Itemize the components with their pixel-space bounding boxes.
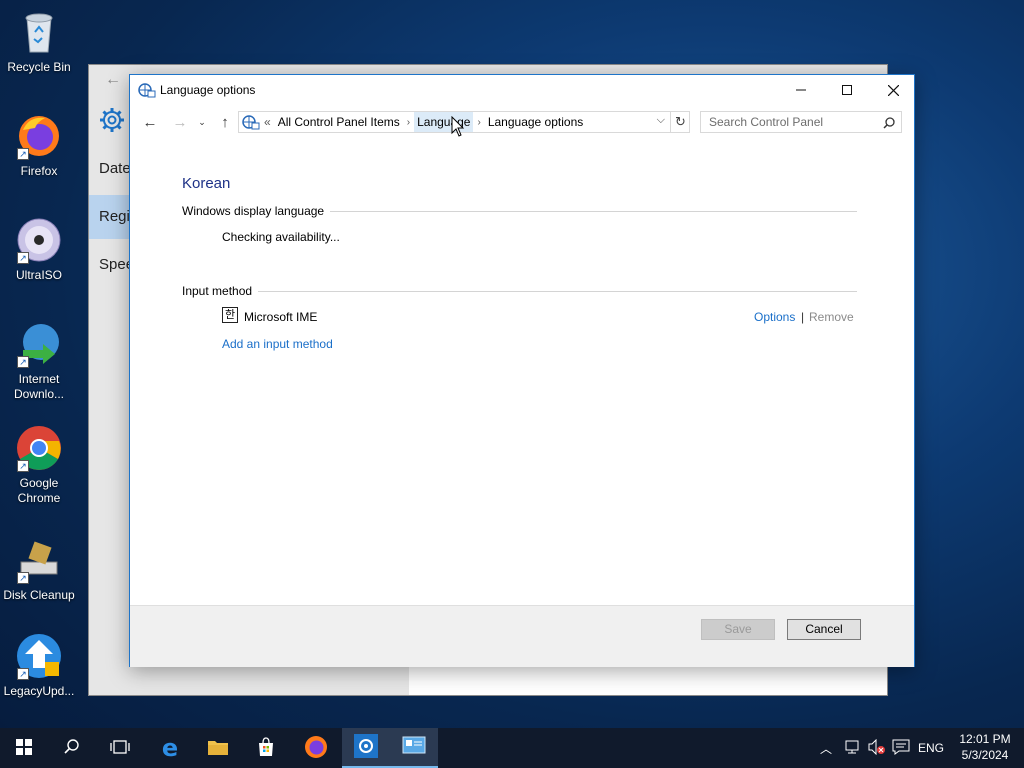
disc-icon: ↗ (15, 216, 63, 264)
desktop-icon-google-chrome[interactable]: ↗ Google Chrome (0, 424, 78, 506)
firefox-icon (304, 735, 328, 762)
back-arrow-icon[interactable]: ← (105, 71, 121, 89)
desktop-icon-label: Internet Downlo... (13, 372, 65, 401)
taskbar: e ︿ ENG 12:01 PM 5/3/2024 (0, 728, 1024, 768)
desktop-icon-ultraiso[interactable]: ↗ UltraISO (0, 216, 78, 283)
desktop-icon-recycle-bin[interactable]: Recycle Bin (0, 8, 78, 75)
legacy-update-icon: ↗ (15, 632, 63, 680)
breadcrumb-all-control-panel-items[interactable]: All Control Panel Items (275, 112, 403, 132)
language-name-heading: Korean (182, 175, 231, 192)
desktop-icon-label: Disk Cleanup (3, 588, 75, 602)
mouse-cursor-icon (451, 115, 465, 138)
cancel-button[interactable]: Cancel (787, 619, 861, 640)
input-method-group-label: Input method (182, 284, 259, 298)
input-language-indicator[interactable]: ENG (918, 728, 944, 768)
show-hidden-icons-button[interactable]: ︿ (820, 728, 832, 768)
search-icon (64, 738, 80, 758)
search-button[interactable] (48, 728, 96, 768)
gear-icon (99, 107, 127, 135)
refresh-button[interactable]: ↻ (670, 111, 690, 133)
availability-status: Checking availability... (222, 230, 340, 244)
desktop-icon-firefox[interactable]: ↗ Firefox (0, 112, 78, 179)
task-view-icon (110, 739, 130, 758)
desktop-icon-label: UltraISO (15, 268, 62, 282)
breadcrumb-language-options[interactable]: Language options (485, 112, 586, 132)
firefox-icon: ↗ (15, 112, 63, 160)
search-input[interactable]: Search Control Panel (700, 111, 902, 133)
start-button[interactable] (0, 728, 48, 768)
desktop-icon-label: LegacyUpd... (3, 684, 75, 698)
clock-time: 12:01 PM (959, 732, 1011, 746)
forward-arrow-icon: → (172, 113, 188, 131)
display-language-group-label: Windows display language (182, 204, 331, 218)
notification-icon (892, 739, 910, 758)
control-panel-icon (138, 82, 156, 98)
settings-nav-date[interactable]: Date (99, 160, 131, 177)
recycle-bin-icon (15, 8, 63, 56)
taskbar-file-explorer[interactable] (194, 728, 242, 768)
network-icon (844, 739, 862, 758)
korean-ime-icon: 한 (222, 307, 238, 323)
control-panel-icon (242, 114, 260, 130)
add-input-method-link[interactable]: Add an input method (222, 337, 333, 351)
taskbar-edge[interactable]: e (146, 728, 194, 768)
link-separator: | (801, 310, 805, 324)
store-icon (256, 736, 276, 760)
desktop-icon-label: Firefox (20, 164, 58, 178)
minimize-button[interactable] (778, 75, 824, 105)
desktop-icon-legacy-update[interactable]: ↗ LegacyUpd... (0, 632, 78, 699)
gear-icon (354, 733, 378, 761)
dialog-footer: Save Cancel (130, 605, 914, 667)
network-tray-button[interactable] (844, 728, 862, 768)
folder-icon (207, 738, 229, 759)
recent-locations-button[interactable]: ⌄ (194, 109, 210, 135)
desktop-icon-internet-download-manager[interactable]: ↗ Internet Downlo... (0, 320, 78, 402)
taskbar-firefox[interactable] (292, 728, 340, 768)
volume-tray-button[interactable] (868, 728, 886, 768)
disk-cleanup-icon: ↗ (15, 536, 63, 584)
task-view-button[interactable] (96, 728, 144, 768)
taskbar-settings[interactable] (342, 728, 390, 768)
windows-logo-icon (16, 738, 32, 758)
close-button[interactable] (870, 75, 916, 105)
dialog-content: Korean Windows display language Checking… (130, 137, 914, 605)
clock-date: 5/3/2024 (961, 748, 1009, 762)
taskbar-store[interactable] (242, 728, 290, 768)
chevron-down-icon: ⌄ (198, 116, 206, 127)
chevron-up-icon: ︿ (820, 741, 833, 756)
desktop-icon-disk-cleanup[interactable]: ↗ Disk Cleanup (0, 536, 78, 603)
action-center-button[interactable] (892, 728, 910, 768)
chrome-icon: ↗ (15, 424, 63, 472)
search-icon (883, 115, 895, 135)
search-placeholder: Search Control Panel (709, 115, 824, 129)
desktop-icon-label: Recycle Bin (7, 60, 71, 74)
ime-options-link[interactable]: Options (754, 310, 795, 324)
forward-button[interactable]: → (168, 109, 192, 135)
refresh-icon: ↻ (675, 114, 686, 129)
up-button[interactable]: ↑ (214, 109, 236, 135)
maximize-button[interactable] (824, 75, 870, 105)
taskbar-control-panel[interactable] (390, 728, 438, 768)
chevron-right-icon[interactable]: › (473, 117, 484, 128)
back-arrow-icon: ← (142, 113, 158, 131)
breadcrumb-overflow[interactable]: « (260, 115, 275, 129)
divider (182, 291, 857, 292)
dialog-title: Language options (160, 83, 256, 97)
idm-icon: ↗ (15, 320, 63, 368)
ime-name: Microsoft IME (244, 310, 318, 324)
language-options-dialog[interactable]: Language options ← → ⌄ ↑ « All Control P… (129, 74, 915, 667)
back-button[interactable]: ← (138, 109, 162, 135)
up-arrow-icon: ↑ (221, 113, 229, 131)
chevron-right-icon[interactable]: › (403, 117, 414, 128)
volume-muted-icon (868, 738, 886, 758)
edge-icon: e (161, 734, 179, 762)
taskbar-clock[interactable]: 12:01 PM 5/3/2024 (950, 731, 1020, 763)
ime-remove-link[interactable]: Remove (809, 310, 854, 324)
chevron-down-icon[interactable]: ⌵ (657, 114, 665, 127)
desktop-icon-label: Google Chrome (17, 476, 61, 505)
navigation-bar: ← → ⌄ ↑ « All Control Panel Items › Lang… (130, 109, 914, 135)
control-panel-icon (402, 736, 426, 759)
dialog-titlebar[interactable]: Language options (130, 75, 914, 105)
save-button[interactable]: Save (701, 619, 775, 640)
